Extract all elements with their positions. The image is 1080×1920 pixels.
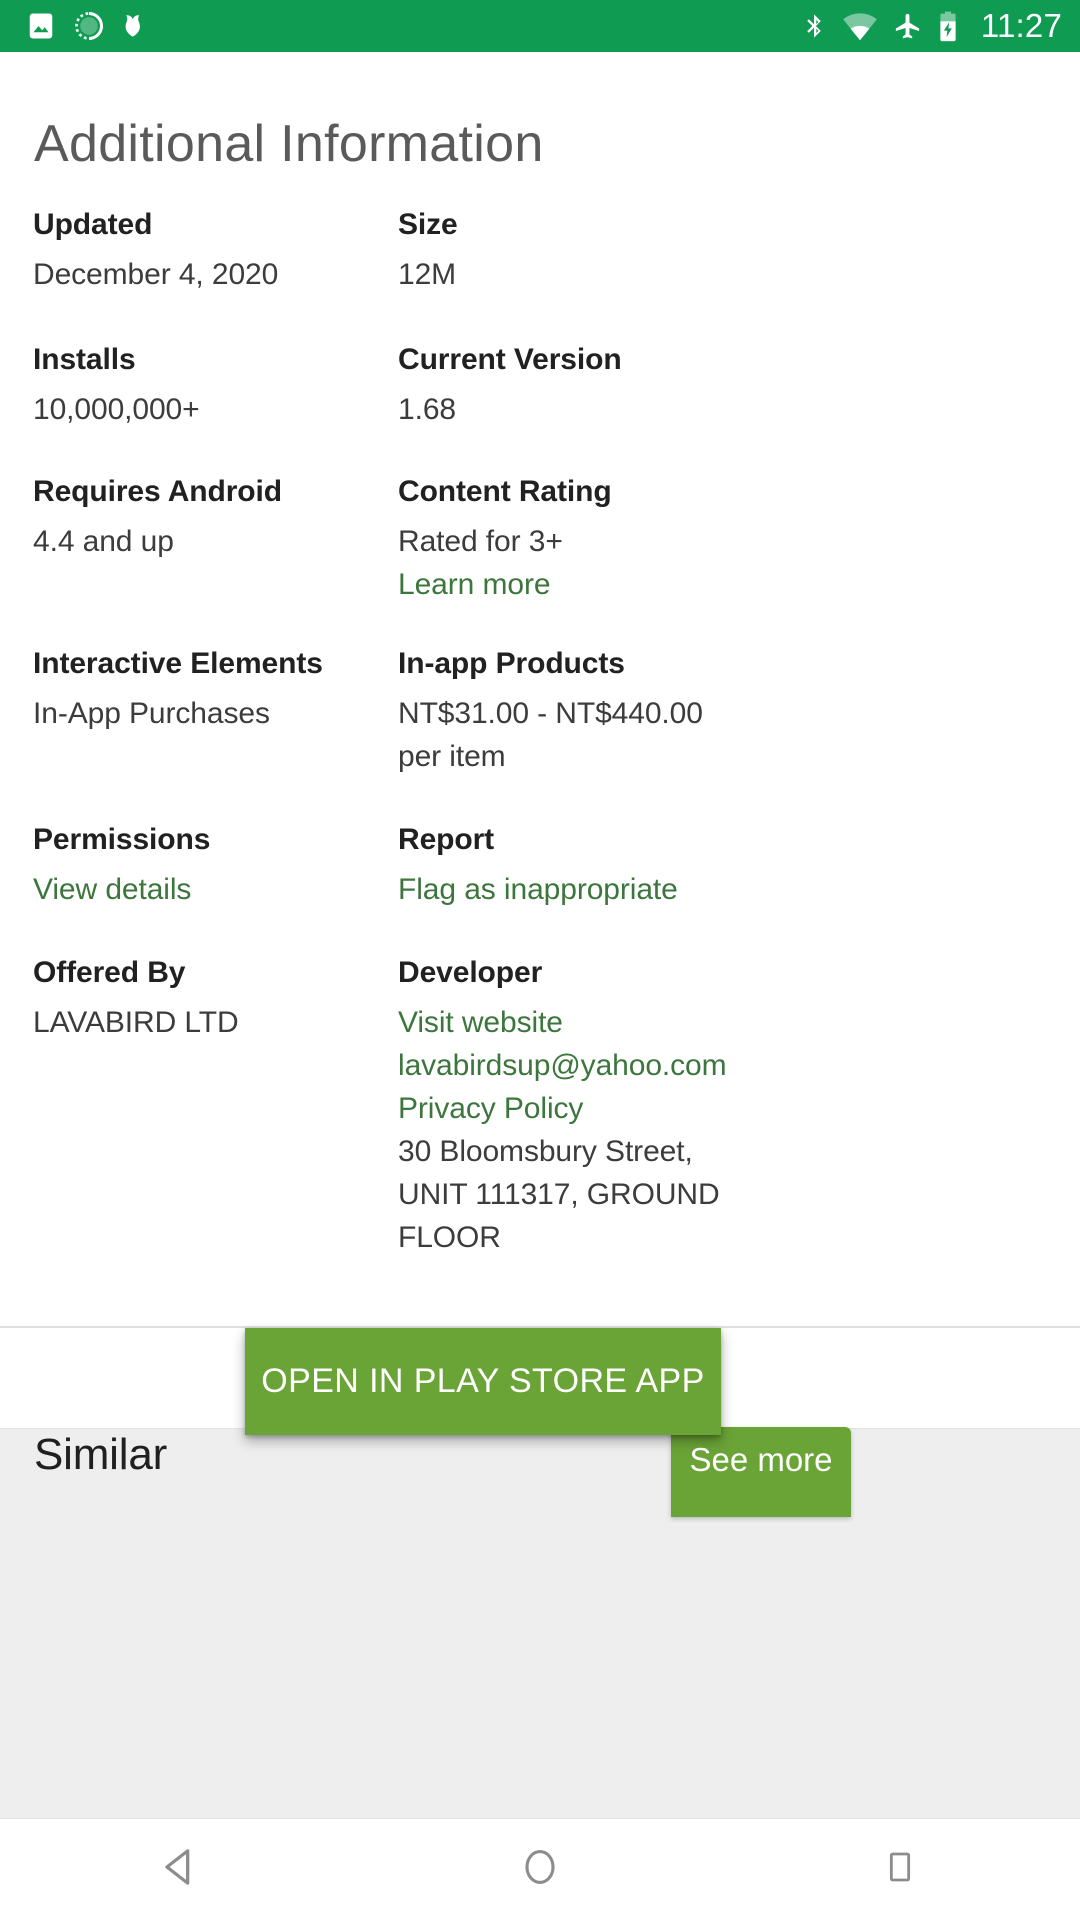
- bluetooth-icon: [800, 10, 828, 42]
- info-row: Interactive Elements In-App Purchases In…: [0, 643, 1080, 819]
- info-value: View details: [33, 868, 386, 911]
- recents-square-icon: [880, 1847, 920, 1892]
- nav-recents-button[interactable]: [720, 1819, 1080, 1920]
- info-value: Rated for 3+ Learn more: [398, 520, 751, 606]
- info-cell-installs: Installs 10,000,000+: [33, 339, 398, 471]
- status-bar-left-icons: [26, 11, 152, 41]
- info-value: LAVABIRD LTD: [33, 1001, 386, 1044]
- developer-address-line: 30 Bloomsbury Street,: [398, 1135, 693, 1168]
- info-value: 1.68: [398, 388, 751, 431]
- info-cell-current-version: Current Version 1.68: [398, 339, 763, 471]
- info-value-line: 1.68: [398, 393, 456, 426]
- info-value-line: December 4, 2020: [33, 258, 279, 291]
- back-triangle-icon: [157, 1844, 203, 1895]
- info-label: Offered By: [33, 956, 186, 989]
- similar-section-title: Similar: [34, 1430, 168, 1479]
- info-label: In-app Products: [398, 647, 625, 680]
- privacy-policy-link[interactable]: Privacy Policy: [398, 1087, 751, 1130]
- info-row: Permissions View details Report Flag as …: [0, 819, 1080, 952]
- info-value: NT$31.00 - NT$440.00 per item: [398, 692, 751, 778]
- developer-address-line: UNIT 111317, GROUND: [398, 1178, 720, 1211]
- info-row: Updated December 4, 2020 Size 12M: [0, 204, 1080, 339]
- info-cell-report: Report Flag as inappropriate: [398, 819, 763, 952]
- info-value-line: LAVABIRD LTD: [33, 1006, 239, 1039]
- photo-icon: [26, 11, 56, 41]
- info-row: Offered By LAVABIRD LTD Developer Visit …: [0, 952, 1080, 1254]
- home-circle-icon: [518, 1845, 562, 1894]
- info-cell-requires-android: Requires Android 4.4 and up: [33, 471, 398, 643]
- info-cell-interactive-elements: Interactive Elements In-App Purchases: [33, 643, 398, 819]
- info-value-line: 4.4 and up: [33, 525, 174, 558]
- info-cell-size: Size 12M: [398, 204, 763, 339]
- info-cell-offered-by: Offered By LAVABIRD LTD: [33, 952, 398, 1252]
- info-label: Developer: [398, 956, 543, 989]
- info-value: 12M: [398, 253, 751, 296]
- info-value: 10,000,000+: [33, 388, 386, 431]
- developer-email-link[interactable]: lavabirdsup@yahoo.com: [398, 1044, 751, 1087]
- android-navigation-bar: [0, 1818, 1080, 1920]
- visit-website-link[interactable]: Visit website: [398, 1001, 751, 1044]
- info-label: Updated: [33, 208, 153, 241]
- info-value: December 4, 2020: [33, 253, 386, 296]
- open-in-play-store-app-button[interactable]: OPEN IN PLAY STORE APP: [245, 1328, 721, 1435]
- view-details-link[interactable]: View details: [33, 868, 386, 911]
- info-cell-in-app-products: In-app Products NT$31.00 - NT$440.00 per…: [398, 643, 763, 819]
- info-cell-content-rating: Content Rating Rated for 3+ Learn more: [398, 471, 763, 643]
- info-cell-updated: Updated December 4, 2020: [33, 204, 398, 339]
- info-cell-developer: Developer Visit website lavabirdsup@yaho…: [398, 952, 763, 1254]
- learn-more-link[interactable]: Learn more: [398, 563, 751, 606]
- see-more-button[interactable]: See more: [671, 1427, 851, 1517]
- info-label: Current Version: [398, 343, 622, 376]
- info-label: Report: [398, 823, 495, 856]
- phone-screen: 11:27 Additional Information Updated Dec…: [0, 0, 1080, 1920]
- info-label: Size: [398, 208, 458, 241]
- info-label: Interactive Elements: [33, 647, 323, 680]
- info-value: Visit website lavabirdsup@yahoo.com Priv…: [398, 1001, 751, 1259]
- additional-information-panel: Additional Information Updated December …: [0, 52, 1080, 1328]
- malwarebytes-m-icon: [122, 11, 152, 41]
- wifi-icon: [842, 11, 878, 41]
- info-label: Permissions: [33, 823, 211, 856]
- info-row: Requires Android 4.4 and up Content Rati…: [0, 471, 1080, 643]
- developer-address-line: FLOOR: [398, 1221, 501, 1254]
- info-value-line: NT$31.00 - NT$440.00: [398, 697, 703, 730]
- info-value: Flag as inappropriate: [398, 868, 751, 911]
- info-value: 4.4 and up: [33, 520, 386, 563]
- info-label: Installs: [33, 343, 136, 376]
- info-value-line: 12M: [398, 258, 457, 291]
- status-bar-right-icons: 11:27: [800, 7, 1062, 45]
- info-value-line: 10,000,000+: [33, 393, 200, 426]
- info-label: Requires Android: [33, 475, 282, 508]
- airplane-mode-icon: [892, 11, 923, 42]
- info-value-line: Rated for 3+: [398, 525, 563, 558]
- info-value-line: per item: [398, 740, 506, 773]
- nav-back-button[interactable]: [0, 1819, 360, 1920]
- loading-circle-icon: [74, 11, 104, 41]
- status-bar-clock: 11:27: [980, 7, 1062, 44]
- nav-home-button[interactable]: [360, 1819, 720, 1920]
- similar-section: [0, 1428, 1080, 1818]
- info-value: In-App Purchases: [33, 692, 386, 735]
- page-title: Additional Information: [34, 115, 544, 173]
- additional-information-grid: Updated December 4, 2020 Size 12M Instal…: [0, 204, 1080, 1254]
- info-row: Installs 10,000,000+ Current Version 1.6…: [0, 339, 1080, 471]
- flag-as-inappropriate-link[interactable]: Flag as inappropriate: [398, 868, 751, 911]
- info-label: Content Rating: [398, 475, 612, 508]
- info-value-line: In-App Purchases: [33, 697, 270, 730]
- info-cell-permissions: Permissions View details: [33, 819, 398, 952]
- status-bar: 11:27: [0, 0, 1080, 52]
- battery-charging-icon: [937, 10, 959, 42]
